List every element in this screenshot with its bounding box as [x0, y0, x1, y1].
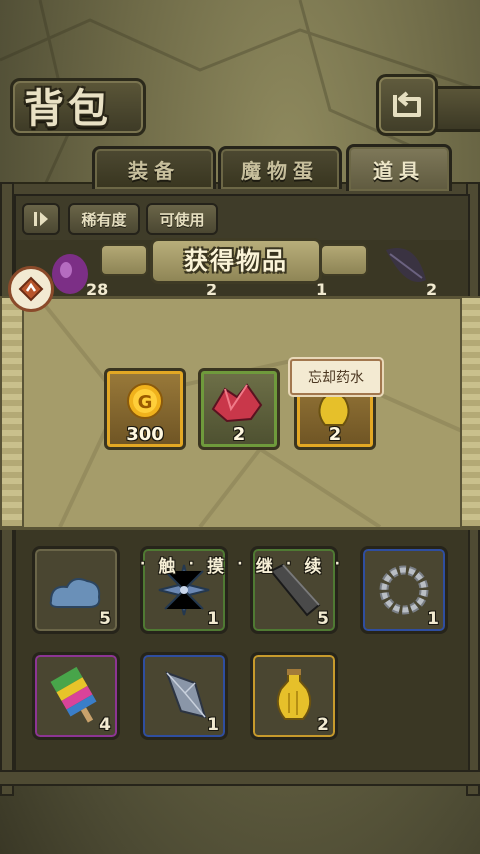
inventory-slot[interactable]: 1: [360, 546, 448, 634]
side-badge[interactable]: [8, 266, 54, 312]
popup-title-wing: [100, 244, 148, 276]
usable-filter-button[interactable]: 可使用: [146, 203, 218, 235]
item-count: 1: [207, 715, 219, 735]
red-crystal-icon: [211, 383, 263, 423]
page-title: 背包: [24, 85, 112, 132]
inventory-slot[interactable]: 1: [140, 652, 228, 740]
sort-toggle-icon: [34, 212, 48, 226]
inventory-slot[interactable]: 4: [32, 652, 120, 740]
item-count: 1: [207, 609, 219, 629]
item-count: 5: [99, 609, 111, 629]
inventory-slot[interactable]: 5: [32, 546, 120, 634]
reward-slot[interactable]: G 300: [104, 368, 186, 450]
reward-slot[interactable]: 2: [198, 368, 280, 450]
inventory-slot[interactable]: 2: [250, 652, 338, 740]
reward-count: 300: [126, 424, 164, 445]
item-count: 1: [427, 609, 439, 629]
tab-monster-eggs[interactable]: 魔物蛋: [218, 146, 342, 189]
inventory-slot-peek[interactable]: 2: [376, 240, 446, 300]
popup-title: 获得物品: [184, 245, 288, 275]
reward-count: 2: [232, 424, 246, 445]
gold-coin-icon: G: [127, 383, 163, 419]
hint-char: 摸: [207, 556, 225, 577]
popup-edge-right: [460, 296, 480, 528]
tab-equipment[interactable]: 装备: [92, 146, 216, 189]
tab-items[interactable]: 道具: [346, 144, 452, 191]
sort-toggle-button[interactable]: [22, 203, 60, 235]
panel-bottom-rail: [0, 770, 480, 786]
back-button[interactable]: [376, 74, 438, 136]
item-tooltip: 忘却药水: [290, 359, 382, 395]
item-count: 4: [99, 715, 111, 735]
item-count: 5: [317, 609, 329, 629]
popup-title-wing: [320, 244, 368, 276]
diamond-arrow-icon: [18, 276, 44, 302]
tap-to-continue-hint[interactable]: · 触 · 摸 · 继 · 续 ·: [140, 552, 340, 577]
hint-char: 续: [304, 556, 322, 577]
tab-bar: 装备 魔物蛋 道具: [0, 144, 480, 191]
hint-char: 继: [255, 556, 273, 577]
rarity-filter-button[interactable]: 稀有度: [68, 203, 140, 235]
return-arrow-icon: [393, 91, 421, 117]
popup-edge-left: [0, 296, 24, 528]
coin-letter: G: [138, 392, 153, 413]
item-count: 2: [317, 715, 329, 735]
reward-count: 2: [328, 424, 342, 445]
hint-char: 触: [158, 556, 176, 577]
